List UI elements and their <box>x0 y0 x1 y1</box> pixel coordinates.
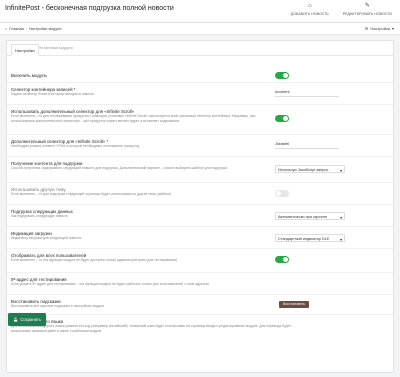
top-actions: ⌂ ДОБАВИТЬ НОВОСТЬ ✎ РЕДАКТИРОВАТЬ НОВОС… <box>291 3 392 16</box>
setting-description: Задать селектор блока в котором находитс… <box>11 92 95 96</box>
breadcrumb: ⌂ Главная / Настройки модуля ⚙ Настройки… <box>0 23 400 35</box>
setting-row-other-theme: Использовать другую тему Если включено –… <box>7 183 393 205</box>
setting-row-test-ip: IP-адрес для тестирования Если указать I… <box>7 273 393 295</box>
edit-news-label: РЕДАКТИРОВАТЬ НОВОСТИ <box>342 12 392 16</box>
setting-description: Если включено – то для подгрузки следующ… <box>11 192 172 196</box>
tab-installation[interactable]: Установка модуля <box>39 45 73 50</box>
setting-description: Если указать IP-адрес для тестирования –… <box>11 282 210 286</box>
enable-module-toggle[interactable] <box>275 72 289 79</box>
house-icon: ⌂ <box>307 3 312 9</box>
setting-row-enable-module: Включить модуль <box>7 69 393 83</box>
chevron-down-icon: ▾ <box>340 215 342 220</box>
content-fetch-value: Используя JavaScript запрос <box>278 167 329 172</box>
loading-indicator-select[interactable]: Стандартный индикатор DLE ▾ <box>275 234 345 242</box>
restore-hints-button[interactable]: Восстановить <box>279 301 309 308</box>
edit-news-icon: ✎ <box>364 3 370 9</box>
load-next-select[interactable]: Автоматически при скролле ▾ <box>275 212 345 220</box>
setting-row-show-all-users: Отображать для всех пользователей Если в… <box>7 249 393 273</box>
setting-description: Если включено – то эта функция модуля не… <box>11 258 177 262</box>
home-icon: ⌂ <box>5 26 8 31</box>
loading-indicator-value: Стандартный индикатор DLE <box>278 236 330 241</box>
app-title: InfinitePost - бесконечная подгрузка пол… <box>5 5 174 12</box>
setting-row-extra-selector: Дополнительный селектор для «Infinite Sc… <box>7 135 393 157</box>
setting-row-content-fetch: Получение контента для подгрузки Способ … <box>7 157 393 183</box>
extra-selector-toggle[interactable] <box>275 115 289 122</box>
top-bar: InfinitePost - бесконечная подгрузка пол… <box>0 0 400 23</box>
chevron-down-icon: ▾ <box>391 25 394 31</box>
setting-description: Необходим указать элемент HTML в котором… <box>11 144 140 148</box>
setting-title: Включить модуль <box>11 73 47 78</box>
setting-row-restore-hints: Восстановить подсказки Восстановить все … <box>7 295 393 315</box>
setting-row-extra-selector-toggle: Использовать дополнительный селектор для… <box>7 105 393 135</box>
edit-news-button[interactable]: ✎ РЕДАКТИРОВАТЬ НОВОСТИ <box>343 3 392 16</box>
setting-description: Способ получения содержимого следующей н… <box>11 166 228 170</box>
save-button[interactable]: 💾 Сохранить <box>8 313 46 326</box>
extra-selector-input[interactable]: Jsstartel <box>275 142 339 149</box>
breadcrumb-home[interactable]: Главная <box>9 27 23 31</box>
setting-description: Как подгружать следующую новость <box>11 214 69 218</box>
save-label: Сохранить <box>20 317 42 322</box>
setting-row-container-selector: Селектор контейнера записей * Задать сел… <box>7 83 393 105</box>
other-theme-toggle[interactable] <box>275 190 289 197</box>
settings-label: Настройки <box>370 25 390 31</box>
gear-icon: ⚙ <box>364 25 369 31</box>
tab-bar: Настройки Установка модуля <box>7 41 393 56</box>
setting-description: Восстановить все скрытые подсказки в нас… <box>11 304 104 308</box>
breadcrumb-separator: / <box>25 26 27 31</box>
settings-panel: Настройки Установка модуля Включить моду… <box>6 40 394 373</box>
save-icon: 💾 <box>12 316 19 322</box>
setting-row-load-next: Подгрузка следующих данных Как подгружат… <box>7 205 393 227</box>
add-news-button[interactable]: ⌂ ДОБАВИТЬ НОВОСТЬ <box>291 3 329 16</box>
load-next-value: Автоматически при скролле <box>278 214 328 219</box>
setting-description: Если включено – то для отслеживания прок… <box>11 114 256 123</box>
setting-description: Для использования другого языка укажите … <box>11 324 291 333</box>
add-news-label: ДОБАВИТЬ НОВОСТЬ <box>290 12 329 16</box>
chevron-down-icon: ▾ <box>340 237 342 242</box>
setting-row-loading-indicator: Индикация загрузки Индикатор загрузки дл… <box>7 227 393 249</box>
breadcrumb-current: Настройки модуля <box>28 26 62 31</box>
container-selector-input[interactable]: #content <box>275 90 339 97</box>
content-fetch-select[interactable]: Используя JavaScript запрос ▾ <box>275 165 345 173</box>
chevron-down-icon: ▾ <box>340 168 342 173</box>
settings-dropdown-button[interactable]: ⚙ Настройки ▾ <box>365 26 394 31</box>
show-all-users-toggle[interactable] <box>275 256 289 263</box>
setting-row-language-code: Код используемого языка Для использовани… <box>7 315 393 345</box>
tab-settings[interactable]: Настройки <box>11 44 39 56</box>
setting-description: Индикатор загрузки для следующей новости <box>11 236 82 240</box>
